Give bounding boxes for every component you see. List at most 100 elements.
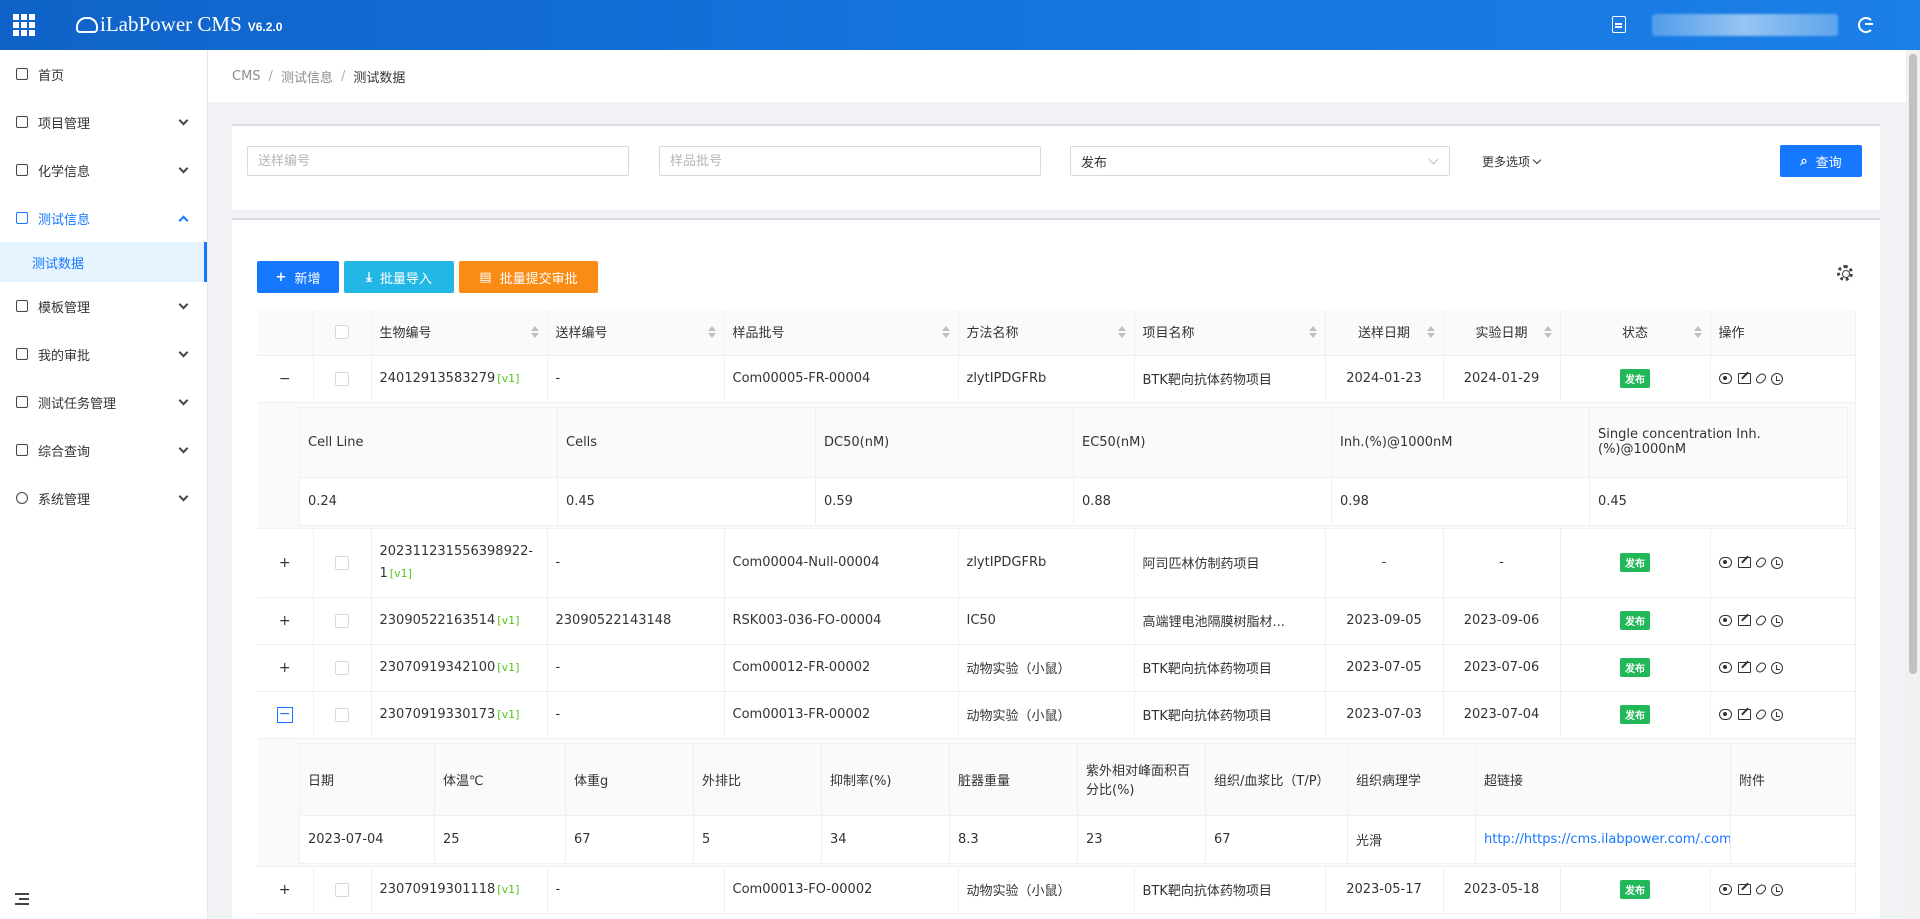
sort-icon[interactable]	[1117, 326, 1126, 338]
sidebar-item-approvals[interactable]: 我的审批	[0, 330, 207, 378]
attachment-icon[interactable]	[1753, 882, 1768, 897]
more-options-label: 更多选项	[1482, 155, 1531, 169]
row-checkbox[interactable]	[335, 882, 349, 897]
row-checkbox[interactable]	[335, 613, 349, 628]
query-button[interactable]: ⌕ 查询	[1780, 145, 1862, 177]
view-icon[interactable]	[1718, 709, 1732, 720]
history-icon[interactable]	[1770, 556, 1783, 569]
top-header: iLabPower CMS V6.2.0	[0, 0, 1920, 50]
attachment-icon[interactable]	[1753, 555, 1768, 570]
collapse-row-toggle[interactable]: −	[279, 371, 291, 387]
more-options-toggle[interactable]: 更多选项	[1482, 153, 1542, 170]
detail-table: 日期 体温℃ 体重g 外排比 抑制率(%) 脏器重量 紫外相对峰面积百分比(%)…	[299, 742, 1854, 864]
column-header[interactable]: 样品批号	[724, 309, 959, 356]
column-header[interactable]: 送样编号	[547, 309, 725, 356]
expand-row-toggle[interactable]: +	[279, 660, 291, 676]
gear-icon	[16, 492, 28, 504]
attachment-icon[interactable]	[1753, 371, 1768, 386]
edit-icon[interactable]	[1737, 373, 1751, 384]
sort-icon[interactable]	[1426, 326, 1435, 338]
column-header[interactable]: 状态	[1560, 309, 1711, 356]
document-icon[interactable]	[1612, 16, 1626, 33]
batch-import-button[interactable]: ⤓ 批量导入	[344, 261, 454, 293]
sort-icon[interactable]	[707, 326, 716, 338]
detail-header: EC50(nM)	[1073, 406, 1332, 478]
sort-icon[interactable]	[1543, 326, 1552, 338]
view-icon[interactable]	[1718, 662, 1732, 673]
scrollbar-thumb[interactable]	[1909, 54, 1917, 674]
batch-no-input[interactable]	[659, 146, 1041, 176]
view-icon[interactable]	[1718, 557, 1732, 568]
expand-row-toggle[interactable]: +	[279, 613, 291, 629]
breadcrumb-separator: /	[268, 68, 273, 84]
hyperlink[interactable]: http://https://cms.ilabpower.com/.com	[1484, 832, 1730, 847]
method-cell: IC50	[958, 597, 1135, 645]
row-checkbox[interactable]	[335, 707, 349, 722]
status-badge: 发布	[1620, 705, 1650, 724]
add-button[interactable]: + 新增	[257, 261, 339, 293]
plus-icon: +	[275, 269, 287, 285]
send-date-cell: 2024-01-23	[1325, 355, 1444, 403]
sample-no-input[interactable]	[247, 146, 629, 176]
edit-icon[interactable]	[1737, 884, 1751, 895]
search-icon: ⌕	[1800, 153, 1808, 169]
column-header[interactable]: 送样日期	[1325, 309, 1444, 356]
sidebar-item-label: 综合查询	[38, 444, 91, 460]
edit-icon[interactable]	[1737, 615, 1751, 626]
batch-submit-approval-button[interactable]: ▤ 批量提交审批	[459, 261, 598, 293]
sidebar-item-test-info[interactable]: 测试信息	[0, 194, 207, 242]
column-header[interactable]: 项目名称	[1134, 309, 1326, 356]
breadcrumb-root[interactable]: CMS	[232, 69, 261, 84]
apps-grid-icon[interactable]	[13, 14, 35, 36]
column-header[interactable]: 实验日期	[1443, 309, 1561, 356]
gear-icon[interactable]	[1837, 265, 1853, 281]
sidebar-item-chemistry[interactable]: 化学信息	[0, 146, 207, 194]
version-tag: [v1]	[389, 566, 412, 580]
history-icon[interactable]	[1770, 661, 1783, 674]
view-icon[interactable]	[1718, 373, 1732, 384]
sidebar-item-home[interactable]: 首页	[0, 50, 207, 98]
select-all-checkbox[interactable]	[335, 324, 349, 339]
attachment-icon[interactable]	[1753, 613, 1768, 628]
column-header[interactable]: 方法名称	[958, 309, 1135, 356]
view-icon[interactable]	[1718, 615, 1732, 626]
page-scrollbar[interactable]	[1906, 50, 1920, 919]
status-select[interactable]: 发布	[1070, 146, 1450, 176]
sidebar-subitem-test-data[interactable]: 测试数据	[0, 242, 207, 282]
sidebar-item-system[interactable]: 系统管理	[0, 474, 207, 522]
view-icon[interactable]	[1718, 884, 1732, 895]
row-checkbox[interactable]	[335, 555, 349, 570]
detail-header: 脏器重量	[949, 742, 1078, 816]
collapse-menu-icon[interactable]	[15, 893, 29, 905]
detail-header: Single concentration Inh.(%)@1000nM	[1589, 406, 1848, 478]
bio-no-cell: 23070919330173 [v1]	[371, 691, 548, 739]
edit-icon[interactable]	[1737, 709, 1751, 720]
sort-icon[interactable]	[1693, 326, 1702, 338]
sort-icon[interactable]	[530, 326, 539, 338]
history-icon[interactable]	[1770, 372, 1783, 385]
sidebar-item-templates[interactable]: 模板管理	[0, 282, 207, 330]
logout-icon[interactable]	[1858, 17, 1874, 33]
attachment-icon[interactable]	[1753, 707, 1768, 722]
breadcrumb-parent[interactable]: 测试信息	[281, 67, 333, 86]
column-header[interactable]: 生物编号	[371, 309, 548, 356]
detail-header: Cell Line	[299, 406, 558, 478]
attachment-icon[interactable]	[1753, 660, 1768, 675]
edit-icon[interactable]	[1737, 557, 1751, 568]
sort-icon[interactable]	[1308, 326, 1317, 338]
edit-icon[interactable]	[1737, 662, 1751, 673]
sort-icon[interactable]	[941, 326, 950, 338]
expand-row-toggle[interactable]: +	[279, 882, 291, 898]
user-info-blurred[interactable]	[1652, 14, 1838, 36]
row-checkbox[interactable]	[335, 371, 349, 386]
expand-row-toggle[interactable]: +	[279, 555, 291, 571]
history-icon[interactable]	[1770, 883, 1783, 896]
row-checkbox[interactable]	[335, 660, 349, 675]
table-row: + 202311231556398922-1 [v1] - Com00004-Nu…	[257, 528, 1856, 598]
sidebar-item-tasks[interactable]: 测试任务管理	[0, 378, 207, 426]
collapse-row-toggle[interactable]: −	[276, 706, 293, 723]
sidebar-item-projects[interactable]: 项目管理	[0, 98, 207, 146]
history-icon[interactable]	[1770, 708, 1783, 721]
sidebar-item-query[interactable]: 综合查询	[0, 426, 207, 474]
history-icon[interactable]	[1770, 614, 1783, 627]
